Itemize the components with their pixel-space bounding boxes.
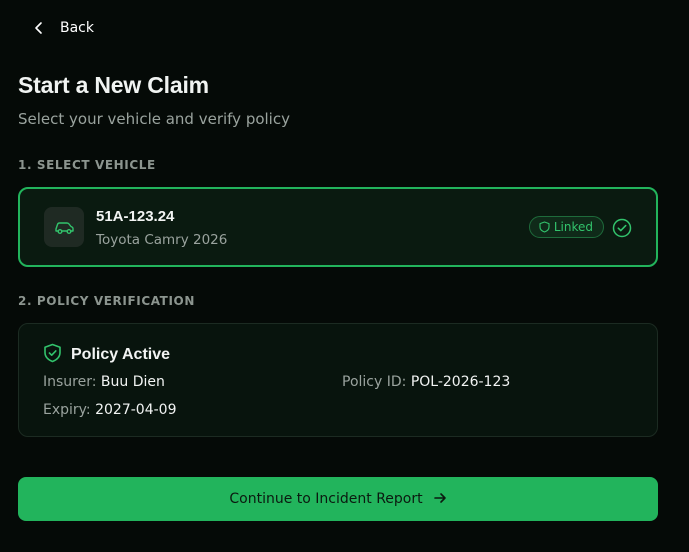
new-claim-page: Back Start a New Claim Select your vehic… [0,0,689,552]
insurer-label: Insurer: [43,374,97,390]
policy-status-label: Policy Active [71,346,171,363]
vehicle-model: Toyota Camry 2026 [96,232,228,248]
policy-status: Policy Active [43,343,170,367]
expiry-label: Expiry: [43,402,91,418]
chevron-left-icon [28,17,50,39]
vehicle-plate: 51A-123.24 [96,208,175,225]
vehicle-card[interactable]: 51A-123.24 Toyota Camry 2026 Linked [18,187,658,267]
expiry-value: 2027-04-09 [95,402,177,418]
car-icon [44,207,84,247]
shield-icon [539,218,550,237]
section-label-policy-verification: 2. POLICY VERIFICATION [18,294,195,308]
page-subtitle: Select your vehicle and verify policy [18,110,290,128]
back-label: Back [60,20,94,36]
insurer-field: Insurer: Buu Dien [43,374,165,390]
continue-button-label: Continue to Incident Report [229,491,423,507]
policy-id-field: Policy ID: POL-2026-123 [342,374,510,390]
arrow-right-icon [433,490,447,509]
status-badge: Linked [528,216,604,238]
shield-check-icon [43,343,62,367]
policy-id-value: POL-2026-123 [410,374,511,390]
back-button[interactable]: Back [28,17,94,39]
check-circle-icon [612,218,632,238]
policy-id-label: Policy ID: [342,374,407,390]
policy-card: Policy Active Insurer: Buu Dien Policy I… [18,323,658,437]
status-badge-label: Linked [553,220,593,234]
continue-button[interactable]: Continue to Incident Report [18,477,658,521]
page-title: Start a New Claim [18,72,209,98]
insurer-value: Buu Dien [100,374,165,390]
expiry-field: Expiry: 2027-04-09 [43,402,176,418]
section-label-select-vehicle: 1. SELECT VEHICLE [18,158,156,172]
